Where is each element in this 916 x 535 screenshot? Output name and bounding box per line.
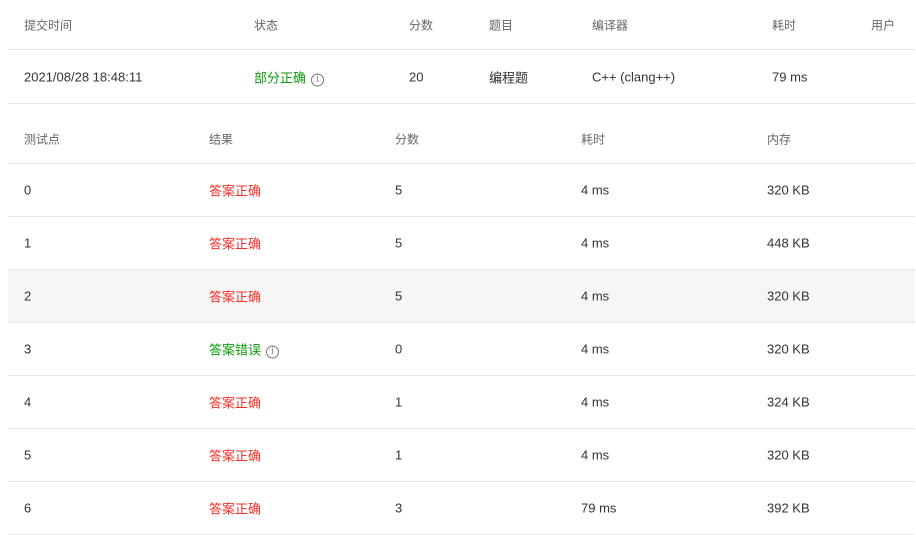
result: 答案正确 <box>209 181 261 200</box>
score: 20 <box>409 69 424 84</box>
memory: 392 KB <box>767 500 810 516</box>
memory: 320 KB <box>767 447 810 463</box>
time: 4 ms <box>581 394 610 410</box>
header-problem: 题目 <box>489 18 514 32</box>
memory: 320 KB <box>767 341 810 357</box>
memory: 320 KB <box>767 182 810 198</box>
result-text: 答案正确 <box>209 236 262 252</box>
testcase-table: 测试点 结果 分数 耗时 内存 0 答案正确 5 4 ms 320 KB 1 答案正确 5 4 … <box>8 115 915 535</box>
result: 答案正确 <box>209 287 261 306</box>
result-text: 答案错误 <box>209 342 262 358</box>
result: 答案正确 <box>209 393 261 412</box>
time: 4 ms <box>581 235 610 251</box>
score: 1 <box>395 394 403 410</box>
testcase-row: 6 答案正确 3 79 ms 392 KB <box>8 482 915 535</box>
testcase-header-row: 测试点 结果 分数 耗时 内存 <box>8 115 915 164</box>
header-testcase: 测试点 <box>24 132 61 147</box>
testcase-row: 1 答案正确 5 4 ms 448 KB <box>8 217 915 270</box>
testcase-id: 2 <box>24 288 32 304</box>
result-text: 答案正确 <box>209 448 262 464</box>
testcase-id: 1 <box>24 235 32 251</box>
status-cell[interactable]: 部分正确 i <box>254 67 325 86</box>
header-compiler: 编译器 <box>592 18 629 32</box>
score: 5 <box>395 235 403 251</box>
submission-row: 2021/08/28 18:48:11 部分正确 i 20 编程题 C++ (cl… <box>8 50 915 104</box>
testcase-row: 4 答案正确 1 4 ms 324 KB <box>8 376 915 429</box>
testcase-id: 6 <box>24 500 32 516</box>
problem-link[interactable]: 编程题 <box>489 67 528 86</box>
header-result: 结果 <box>209 132 234 147</box>
time: 4 ms <box>581 447 610 463</box>
result: 答案正确 <box>209 446 261 465</box>
testcase-id: 3 <box>24 341 32 357</box>
score: 1 <box>395 447 403 463</box>
score: 0 <box>395 341 403 357</box>
header-elapsed: 耗时 <box>772 18 797 32</box>
testcase-row: 0 答案正确 5 4 ms 320 KB <box>8 164 915 217</box>
info-circle-icon[interactable]: i <box>311 73 325 86</box>
header-time: 耗时 <box>581 132 606 147</box>
result[interactable]: 答案错误 i <box>209 340 280 359</box>
result-text: 答案正确 <box>209 183 262 199</box>
elapsed: 79 ms <box>772 69 808 84</box>
header-status: 状态 <box>254 18 279 32</box>
testcase-id: 0 <box>24 182 32 198</box>
submission-table: 提交时间 状态 分数 题目 编译器 耗时 用户 2021/08/28 18:48… <box>8 0 915 104</box>
status-text[interactable]: 部分正确 <box>254 70 306 85</box>
testcase-id: 4 <box>24 394 32 410</box>
time: 79 ms <box>581 500 617 516</box>
time: 4 ms <box>581 341 610 357</box>
result: 答案正确 <box>209 499 261 518</box>
testcase-row: 3 答案错误 i 0 4 ms 320 KB <box>8 323 915 376</box>
testcase-id: 5 <box>24 447 32 463</box>
time: 4 ms <box>581 288 610 304</box>
testcase-row: 5 答案正确 1 4 ms 320 KB <box>8 429 915 482</box>
testcase-row: 2 答案正确 5 4 ms 320 KB <box>8 270 915 323</box>
submit-time: 2021/08/28 18:48:11 <box>24 69 143 84</box>
header-memory: 内存 <box>767 132 792 147</box>
memory: 448 KB <box>767 235 810 251</box>
result-text: 答案正确 <box>209 395 262 411</box>
submission-header-row: 提交时间 状态 分数 题目 编译器 耗时 用户 <box>8 0 915 50</box>
memory: 320 KB <box>767 288 810 304</box>
score: 5 <box>395 182 403 198</box>
header-user: 用户 <box>871 18 896 32</box>
compiler: C++ (clang++) <box>592 69 676 84</box>
header-score: 分数 <box>409 18 434 32</box>
score: 3 <box>395 500 403 516</box>
result-text: 答案正确 <box>209 289 262 305</box>
time: 4 ms <box>581 182 610 198</box>
result-text: 答案正确 <box>209 501 262 517</box>
header-score: 分数 <box>395 132 420 147</box>
score: 5 <box>395 288 403 304</box>
info-circle-icon[interactable]: i <box>266 345 280 359</box>
memory: 324 KB <box>767 394 810 410</box>
header-submit-time: 提交时间 <box>24 18 73 32</box>
result: 答案正确 <box>209 234 261 253</box>
